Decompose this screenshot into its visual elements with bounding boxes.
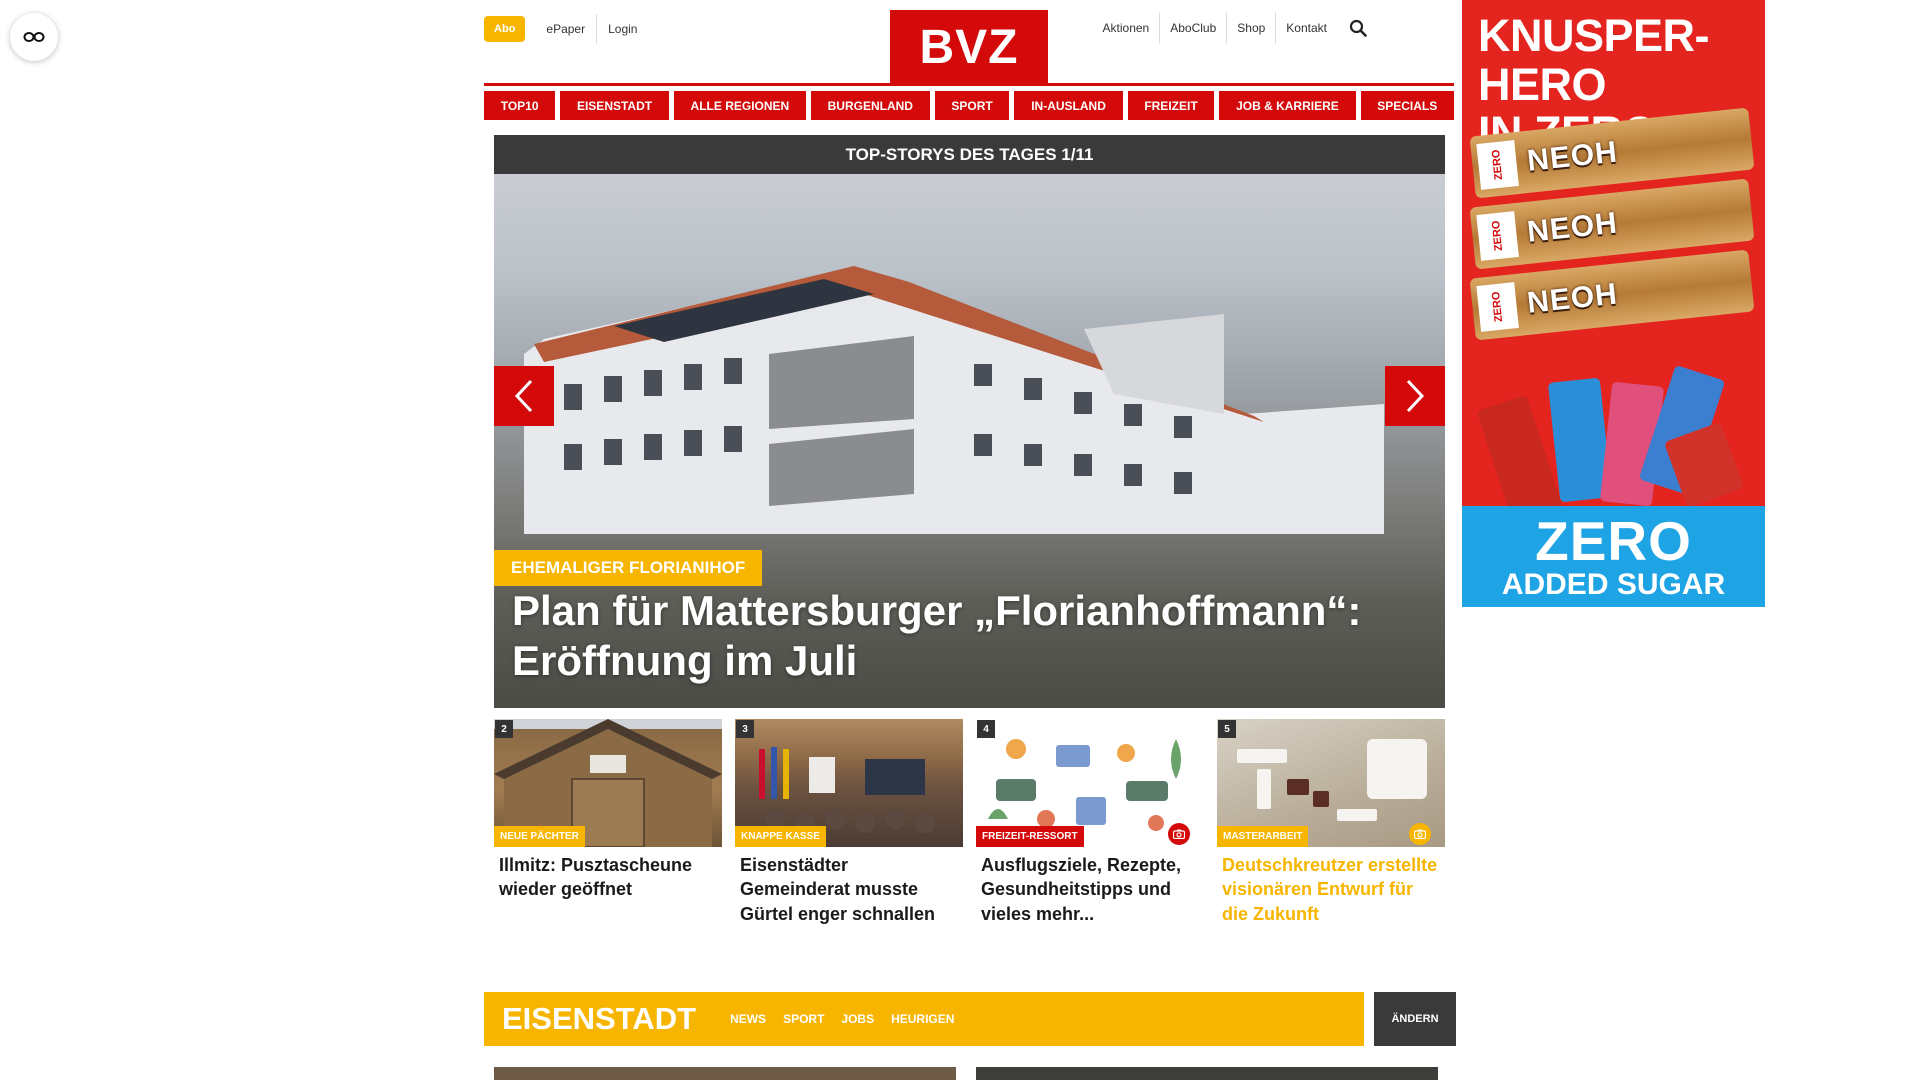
nav-item-burgenland[interactable]: BURGENLAND: [810, 91, 930, 120]
accessibility-button[interactable]: [10, 13, 58, 61]
teaser-number: 3: [736, 720, 754, 738]
story-image[interactable]: EHEMALIGER FLORIANIHOF Plan für Mattersb…: [494, 174, 1445, 708]
teaser-image[interactable]: 5 MASTERARBEIT: [1217, 719, 1445, 847]
teaser-category-tag[interactable]: KNAPPE KASSE: [735, 826, 826, 847]
ad-product-packs: [1476, 364, 1745, 526]
region-link-heurigen[interactable]: HEURIGEN: [891, 1012, 954, 1026]
teaser-title[interactable]: Illmitz: Pusztascheune wieder geöffnet: [494, 847, 722, 902]
teaser-card[interactable]: 5 MASTERARBEIT Deutschkreutzer erstellte…: [1217, 719, 1445, 926]
glasses-icon: [23, 32, 45, 42]
region-link-sport[interactable]: SPORT: [783, 1012, 824, 1026]
teaser-image[interactable]: 2 NEUE PÄCHTER: [494, 719, 722, 847]
ad-brand: NEOH: [1525, 277, 1620, 320]
teaser-image[interactable]: 4 FREIZEIT-RESSORT: [976, 719, 1204, 847]
article-image-peek[interactable]: [494, 1067, 956, 1080]
chevron-right-icon: [1406, 379, 1425, 413]
teaser-number: 4: [977, 720, 995, 738]
ad-headline-line1: KNUSPER-HERO: [1478, 10, 1710, 110]
chevron-left-icon: [514, 379, 533, 413]
change-region-button[interactable]: ÄNDERN: [1374, 992, 1456, 1046]
teaser-number: 5: [1218, 720, 1236, 738]
teaser-title[interactable]: Deutschkreutzer erstellte visionären Ent…: [1217, 847, 1445, 926]
camera-icon: [1409, 823, 1431, 845]
teaser-title[interactable]: Eisenstädter Gemeinderat musste Gürtel e…: [735, 847, 963, 926]
nav-divider: [484, 83, 1454, 86]
top-links: Abo ePaper Login: [484, 14, 648, 44]
search-icon[interactable]: [1347, 17, 1369, 39]
teaser-category-tag[interactable]: FREIZEIT-RESSORT: [976, 826, 1084, 847]
kontakt-link[interactable]: Kontakt: [1276, 12, 1337, 44]
teaser-title[interactable]: Ausflugsziele, Rezepte, Gesundheitstipps…: [976, 847, 1204, 926]
service-links: Aktionen AboClub Shop Kontakt: [1093, 12, 1369, 44]
building-illustration: [524, 266, 1384, 534]
nav-item-eisenstadt[interactable]: EISENSTADT: [560, 91, 669, 120]
nav-item-alle-regionen[interactable]: ALLE REGIONEN: [673, 91, 806, 120]
article-image-peek[interactable]: [976, 1067, 1438, 1080]
ad-product-bars: ZERO NEOH ZERO NEOH ZERO NEOH: [1469, 107, 1755, 341]
slider-next-button[interactable]: [1385, 366, 1445, 426]
epaper-link[interactable]: ePaper: [535, 14, 596, 44]
region-title[interactable]: EISENSTADT: [502, 1001, 696, 1037]
advertisement-banner[interactable]: KNUSPER-HERO IN ZERO! ZERO NEOH ZERO NEO…: [1462, 0, 1765, 607]
aboclub-link[interactable]: AboClub: [1160, 12, 1228, 44]
ad-bar-badge: ZERO: [1476, 140, 1519, 190]
slider-prev-button[interactable]: [494, 366, 554, 426]
region-link-jobs[interactable]: JOBS: [841, 1012, 874, 1026]
camera-icon: [1168, 823, 1190, 845]
login-link[interactable]: Login: [596, 14, 648, 44]
ad-zero-text: ZERO: [1535, 510, 1692, 572]
slider-header: TOP-STORYS DES TAGES 1/11: [494, 135, 1445, 174]
teaser-category-tag[interactable]: MASTERARBEIT: [1217, 826, 1309, 847]
region-link-news[interactable]: NEWS: [730, 1012, 766, 1026]
nav-item-top10[interactable]: TOP10: [484, 91, 556, 120]
aktionen-link[interactable]: Aktionen: [1093, 12, 1161, 44]
nav-item-job-karriere[interactable]: JOB & KARRIERE: [1219, 91, 1356, 120]
teaser-number: 2: [495, 720, 513, 738]
top-stories-slider: TOP-STORYS DES TAGES 1/11 EHEMALIGER FLO…: [494, 135, 1445, 708]
shop-link[interactable]: Shop: [1227, 12, 1277, 44]
main-navigation: TOP10 EISENSTADT ALLE REGIONEN BURGENLAN…: [484, 91, 1454, 120]
ad-bar-badge: ZERO: [1476, 282, 1519, 332]
ad-bar-badge: ZERO: [1476, 211, 1519, 261]
nav-item-in-ausland[interactable]: IN-AUSLAND: [1014, 91, 1123, 120]
nav-item-specials[interactable]: SPECIALS: [1360, 91, 1454, 120]
teaser-card[interactable]: 2 NEUE PÄCHTER Illmitz: Pusztascheune wi…: [494, 719, 722, 926]
page: Abo ePaper Login BVZ Aktionen AboClub Sh…: [0, 0, 1920, 1080]
ad-footer: ZERO ADDED SUGAR: [1462, 506, 1765, 607]
site-logo[interactable]: BVZ: [890, 10, 1048, 84]
teaser-card[interactable]: 4 FREIZEIT-RESSORT Ausflugsziele, Rezept…: [976, 719, 1204, 926]
story-headline[interactable]: Plan für Mattersburger „Florianhoffmann“…: [512, 586, 1432, 685]
nav-item-sport[interactable]: SPORT: [934, 91, 1010, 120]
teaser-category-tag[interactable]: NEUE PÄCHTER: [494, 826, 585, 847]
abo-button[interactable]: Abo: [484, 16, 526, 42]
teaser-image[interactable]: 3 KNAPPE KASSE: [735, 719, 963, 847]
teaser-card[interactable]: 3 KNAPPE KASSE Eisenstädter Gemeinderat …: [735, 719, 963, 926]
ad-brand: NEOH: [1525, 206, 1620, 249]
teaser-list: 2 NEUE PÄCHTER Illmitz: Pusztascheune wi…: [494, 719, 1445, 926]
ad-sugar-text: ADDED SUGAR: [1501, 568, 1726, 601]
nav-item-freizeit[interactable]: FREIZEIT: [1127, 91, 1215, 120]
story-category-tag[interactable]: EHEMALIGER FLORIANIHOF: [494, 550, 763, 586]
region-bar: EISENSTADT NEWS SPORT JOBS HEURIGEN: [484, 992, 1364, 1046]
ad-brand: NEOH: [1525, 135, 1620, 178]
